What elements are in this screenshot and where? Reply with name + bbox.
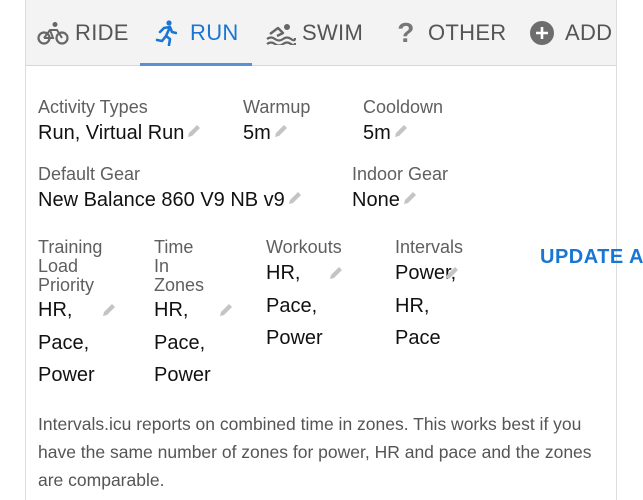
label-line: Zones bbox=[154, 275, 205, 295]
swim-icon bbox=[266, 21, 296, 45]
time-in-zones-label: Time In Zones bbox=[154, 238, 204, 295]
label-line: Intervals bbox=[395, 237, 464, 257]
edit-pencil-icon[interactable] bbox=[393, 121, 409, 145]
edit-pencil-icon[interactable] bbox=[402, 188, 418, 212]
cooldown-value: 5m bbox=[363, 122, 391, 144]
priority-item: Pace, bbox=[266, 294, 318, 317]
label-line: In bbox=[154, 256, 170, 276]
indoor-gear-label: Indoor Gear bbox=[352, 164, 449, 184]
indoor-gear-field[interactable]: None bbox=[352, 188, 418, 212]
priority-item: Power bbox=[154, 364, 211, 386]
priority-item: HR, bbox=[395, 294, 430, 317]
tab-add-label: ADD bbox=[565, 20, 613, 45]
activity-types-field[interactable]: Run, Virtual Run bbox=[38, 121, 202, 145]
tab-other[interactable]: ? OTHER bbox=[396, 0, 507, 66]
warmup-label: Warmup bbox=[243, 97, 311, 117]
tab-run[interactable]: RUN bbox=[155, 0, 239, 66]
priority-item: Power bbox=[266, 327, 323, 349]
edit-pencil-icon[interactable] bbox=[273, 121, 289, 145]
tab-other-label: OTHER bbox=[428, 20, 507, 45]
label-line: Workouts bbox=[266, 237, 342, 257]
update-button[interactable]: UPDATE AC bbox=[540, 246, 643, 269]
tab-ride[interactable]: RIDE bbox=[37, 0, 129, 66]
time-in-zones-value[interactable]: HR, Pace, Power bbox=[154, 294, 211, 392]
cooldown-label: Cooldown bbox=[363, 97, 444, 117]
edit-pencil-icon[interactable] bbox=[444, 265, 460, 286]
tab-swim[interactable]: SWIM bbox=[266, 0, 363, 66]
edit-pencil-icon[interactable] bbox=[101, 302, 117, 323]
priority-item: HR, bbox=[266, 262, 301, 284]
priority-item: Power bbox=[38, 364, 95, 386]
intervals-label: Intervals bbox=[395, 238, 463, 257]
priority-item: HR, bbox=[154, 299, 189, 321]
tab-add[interactable]: ADD bbox=[529, 0, 612, 66]
run-icon bbox=[155, 20, 177, 46]
priority-item: Pace, bbox=[38, 331, 90, 354]
default-gear-label: Default Gear bbox=[38, 164, 141, 184]
add-circle-icon bbox=[529, 20, 555, 46]
edit-pencil-icon[interactable] bbox=[328, 265, 344, 286]
cooldown-field[interactable]: 5m bbox=[363, 121, 409, 145]
warmup-value: 5m bbox=[243, 122, 271, 144]
active-tab-indicator bbox=[140, 63, 252, 66]
label-line: Training bbox=[38, 237, 103, 257]
activity-types-value: Run, Virtual Run bbox=[38, 122, 185, 144]
activity-types-label: Activity Types bbox=[38, 97, 148, 117]
default-gear-field[interactable]: New Balance 860 V9 NB v9 bbox=[38, 188, 303, 212]
label-line: Time bbox=[154, 237, 194, 257]
label-line: Priority bbox=[38, 275, 95, 295]
indoor-gear-value: None bbox=[352, 189, 400, 211]
workouts-label: Workouts bbox=[266, 238, 342, 257]
edit-pencil-icon[interactable] bbox=[287, 188, 303, 212]
workouts-value[interactable]: HR, Pace, Power bbox=[266, 257, 323, 355]
warmup-field[interactable]: 5m bbox=[243, 121, 289, 145]
question-icon: ? bbox=[396, 19, 416, 47]
edit-pencil-icon[interactable] bbox=[218, 302, 234, 323]
edit-pencil-icon[interactable] bbox=[186, 121, 202, 145]
tab-ride-label: RIDE bbox=[75, 20, 129, 45]
bike-icon bbox=[37, 21, 69, 45]
training-load-priority-label: Training Load Priority bbox=[38, 238, 102, 295]
priority-item: Pace bbox=[395, 327, 441, 349]
label-line: Load bbox=[38, 256, 79, 276]
training-load-priority-value[interactable]: HR, Pace, Power bbox=[38, 294, 95, 392]
svg-text:?: ? bbox=[397, 19, 414, 47]
tab-run-label: RUN bbox=[190, 20, 239, 45]
default-gear-value: New Balance 860 V9 NB v9 bbox=[38, 189, 285, 211]
tab-swim-label: SWIM bbox=[302, 20, 364, 45]
zones-info-note: Intervals.icu reports on combined time i… bbox=[38, 414, 592, 490]
priority-item: Pace, bbox=[154, 331, 206, 354]
priority-item: HR, bbox=[38, 299, 73, 321]
